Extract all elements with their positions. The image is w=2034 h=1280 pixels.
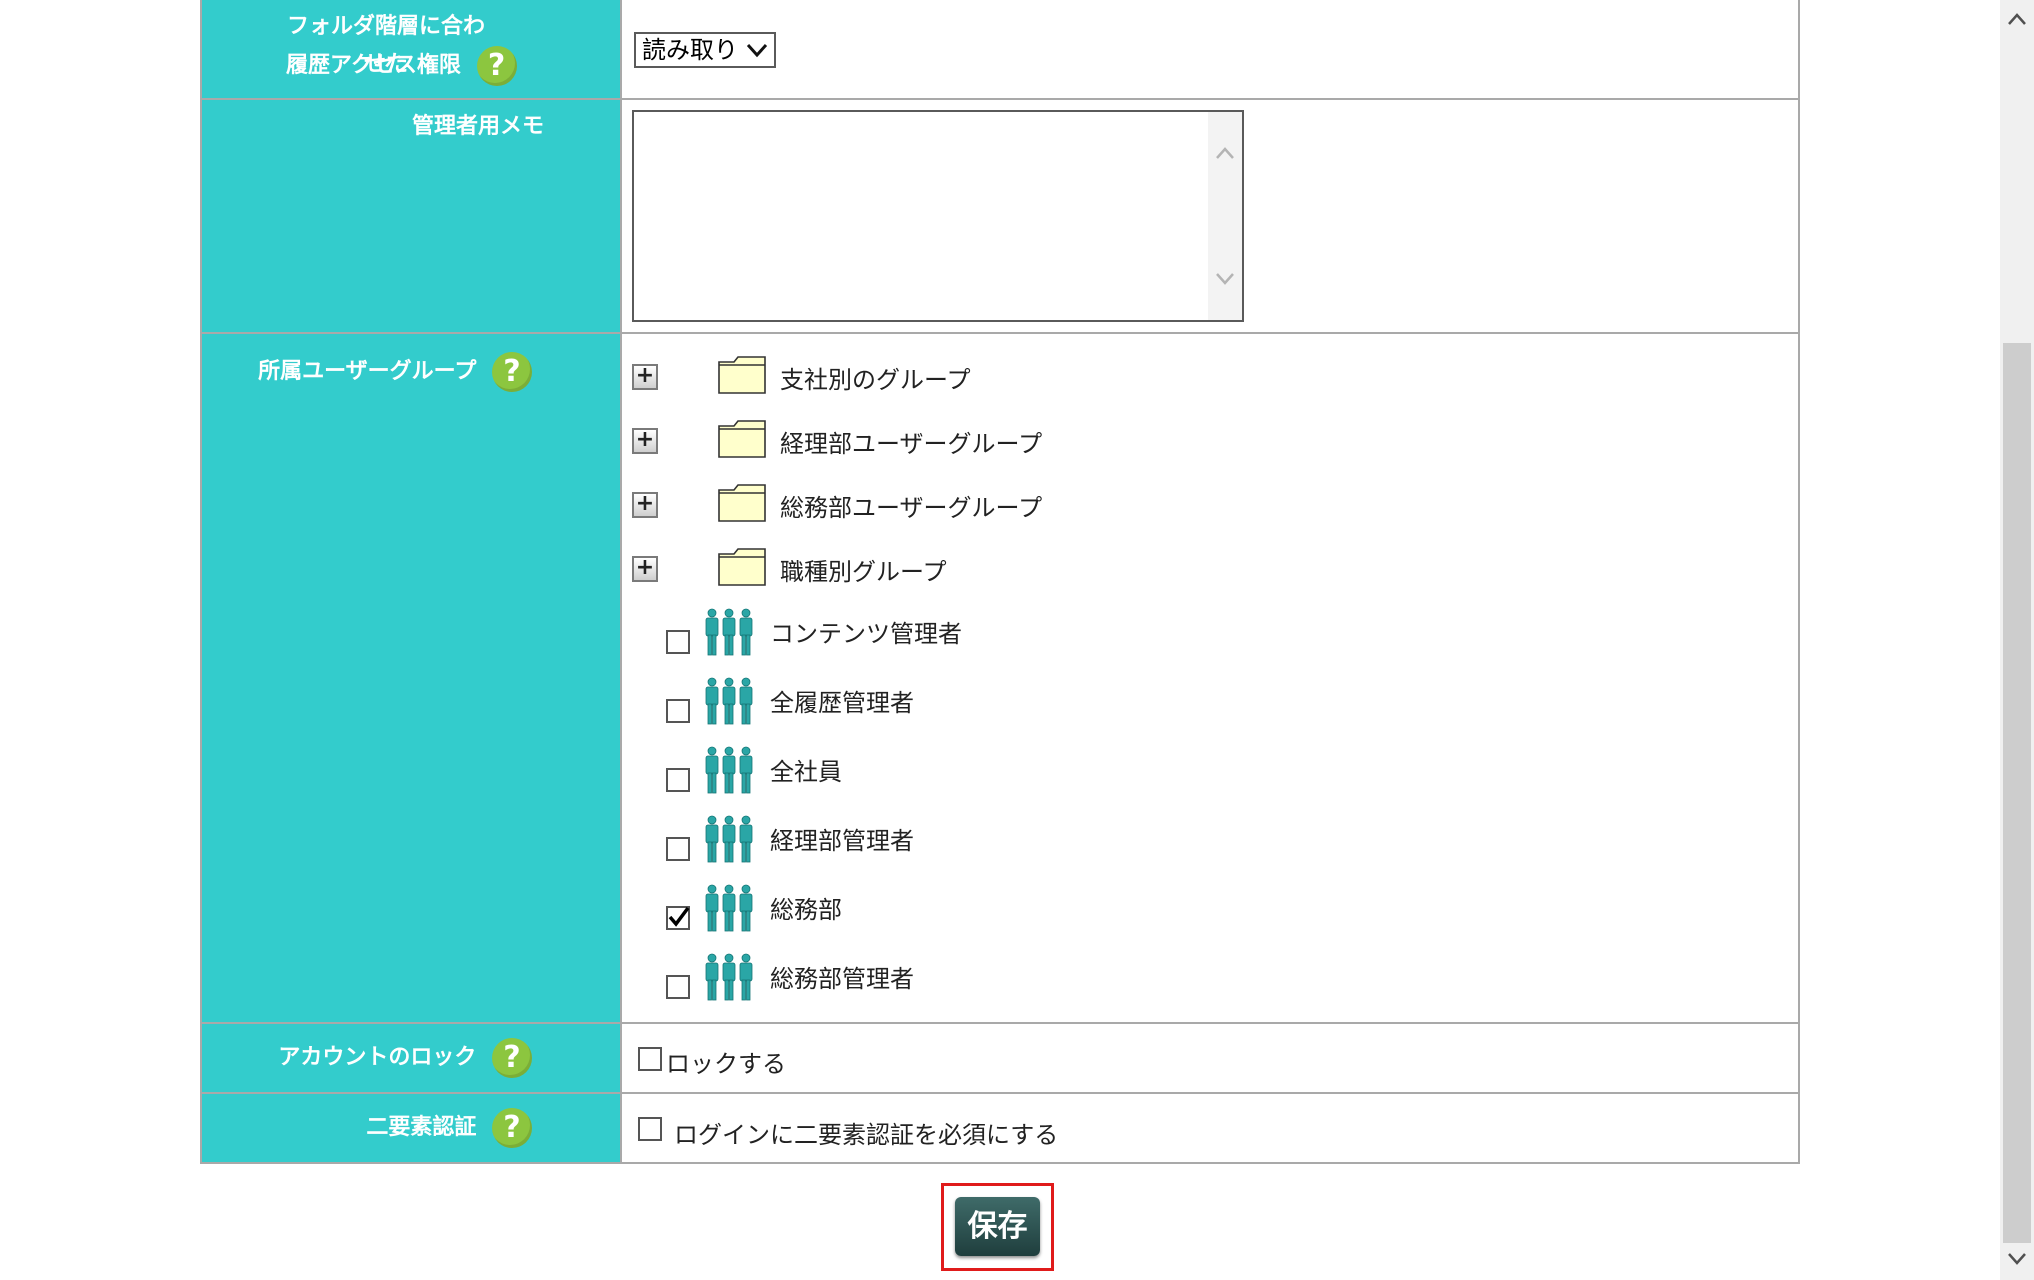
folder-icon bbox=[718, 420, 766, 458]
two-factor-label[interactable]: ログインに二要素認証を必須にする bbox=[674, 1115, 1058, 1150]
group-checkbox[interactable] bbox=[666, 699, 690, 723]
checkmark-icon bbox=[668, 906, 690, 927]
label-admin-memo: 管理者用メモ bbox=[411, 114, 544, 139]
memo-scrollbar[interactable] bbox=[1208, 112, 1242, 320]
expand-icon[interactable]: + bbox=[632, 556, 658, 582]
group-checkbox[interactable] bbox=[666, 837, 690, 861]
row-history-access: フォルダ階層に合わせた 履歴アクセス権限 ? 読み取り bbox=[202, 0, 1798, 100]
group-tree: + 支社別のグループ + 経理部ユーザーグループ + 総務部ユーザーグループ +… bbox=[624, 334, 1798, 1022]
group-checkbox-checked[interactable] bbox=[666, 906, 690, 930]
group-item: 経理部管理者 bbox=[624, 815, 1324, 865]
people-group-icon bbox=[705, 884, 753, 932]
help-icon[interactable]: ? bbox=[492, 352, 532, 392]
group-checkbox[interactable] bbox=[666, 630, 690, 654]
help-icon[interactable]: ? bbox=[492, 1108, 532, 1148]
folder-icon bbox=[718, 548, 766, 586]
scrollbar-thumb[interactable] bbox=[2003, 343, 2031, 1243]
account-lock-checkbox[interactable] bbox=[638, 1047, 662, 1071]
group-item: 全社員 bbox=[624, 746, 1324, 796]
save-button[interactable]: 保存 bbox=[955, 1197, 1040, 1256]
people-group-icon bbox=[705, 815, 753, 863]
row-account-lock: アカウントのロック ? ロックする bbox=[202, 1024, 1798, 1094]
folder-icon bbox=[718, 484, 766, 522]
two-factor-checkbox[interactable] bbox=[638, 1117, 662, 1141]
expand-icon[interactable]: + bbox=[632, 492, 658, 518]
chevron-down-icon[interactable] bbox=[1215, 272, 1235, 286]
label-cell-user-groups: 所属ユーザーグループ ? bbox=[202, 334, 622, 1022]
label-account-lock: アカウントのロック ? bbox=[278, 1038, 532, 1078]
settings-form: フォルダ階層に合わせた 履歴アクセス権限 ? 読み取り 管理者用メモ 所属ユーザ… bbox=[200, 0, 1800, 1164]
people-group-icon bbox=[705, 746, 753, 794]
group-checkbox[interactable] bbox=[666, 975, 690, 999]
people-group-icon bbox=[705, 677, 753, 725]
expand-icon[interactable]: + bbox=[632, 364, 658, 390]
group-item: コンテンツ管理者 bbox=[624, 608, 1324, 658]
account-lock-label[interactable]: ロックする bbox=[666, 1044, 786, 1079]
group-item: 全履歴管理者 bbox=[624, 677, 1324, 727]
chevron-up-icon[interactable] bbox=[2007, 12, 2027, 26]
people-group-icon bbox=[705, 953, 753, 1001]
group-checkbox[interactable] bbox=[666, 768, 690, 792]
label-cell-admin-memo: 管理者用メモ bbox=[202, 100, 622, 332]
admin-memo-textarea[interactable] bbox=[632, 110, 1244, 322]
row-admin-memo: 管理者用メモ bbox=[202, 100, 1798, 334]
row-user-groups: 所属ユーザーグループ ? + 支社別のグループ + 経理部ユーザーグループ + … bbox=[202, 334, 1798, 1024]
label-cell-account-lock: アカウントのロック ? bbox=[202, 1024, 622, 1092]
label-two-factor: 二要素認証 ? bbox=[366, 1108, 532, 1148]
label-history-access: フォルダ階層に合わせた 履歴アクセス権限 ? bbox=[286, 8, 517, 86]
page-scrollbar[interactable] bbox=[2000, 0, 2034, 1280]
chevron-down-icon bbox=[746, 43, 768, 58]
help-icon[interactable]: ? bbox=[476, 46, 517, 86]
expand-icon[interactable]: + bbox=[632, 428, 658, 454]
people-group-icon bbox=[705, 608, 753, 656]
group-item: 総務部管理者 bbox=[624, 953, 1324, 1003]
group-item: 総務部 bbox=[624, 884, 1324, 934]
chevron-up-icon[interactable] bbox=[1215, 146, 1235, 160]
label-cell-history-access: フォルダ階層に合わせた 履歴アクセス権限 ? bbox=[202, 0, 622, 98]
history-access-select[interactable]: 読み取り bbox=[634, 32, 776, 68]
row-two-factor: 二要素認証 ? ログインに二要素認証を必須にする bbox=[202, 1094, 1798, 1162]
folder-icon bbox=[718, 356, 766, 394]
chevron-down-icon[interactable] bbox=[2007, 1252, 2027, 1266]
save-button-highlight: 保存 bbox=[941, 1183, 1054, 1271]
help-icon[interactable]: ? bbox=[492, 1038, 532, 1078]
label-user-groups: 所属ユーザーグループ ? bbox=[258, 352, 532, 392]
label-cell-two-factor: 二要素認証 ? bbox=[202, 1094, 622, 1162]
